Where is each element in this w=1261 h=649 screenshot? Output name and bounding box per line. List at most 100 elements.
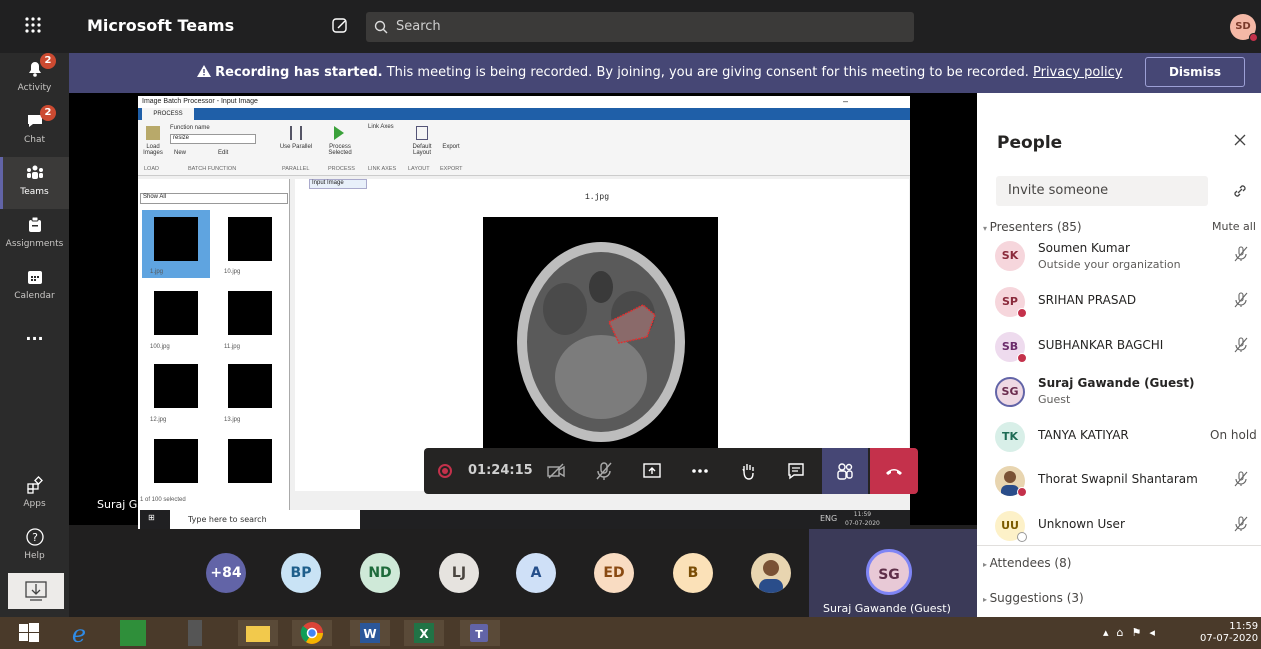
dismiss-button[interactable]: Dismiss <box>1145 57 1245 87</box>
mic-off-icon <box>1234 337 1248 353</box>
window-titlebar: Image Batch Processor - Input Image –▫× <box>138 96 910 116</box>
rail-label: Apps <box>23 499 46 509</box>
new-function-button[interactable]: New <box>174 150 186 156</box>
chat-toggle-icon[interactable] <box>786 461 806 481</box>
spotlight-tile[interactable]: SG Suraj Gawande (Guest) <box>809 529 977 617</box>
participant-row[interactable]: Thorat Swapnil Shantaram <box>977 458 1261 500</box>
new-chat-icon[interactable] <box>330 16 350 36</box>
share-screen-icon[interactable] <box>642 461 662 481</box>
avatar[interactable]: ED <box>594 553 634 593</box>
suggestions-header[interactable]: ▸ Suggestions (3) <box>983 591 1084 605</box>
process-selected-button[interactable]: Process Selected <box>320 144 360 156</box>
taskbar-clock[interactable]: 11:59 07-07-2020 <box>1200 621 1258 645</box>
more-actions-icon[interactable] <box>690 461 710 481</box>
avatar[interactable]: ND <box>360 553 400 593</box>
word-icon[interactable]: W <box>350 620 390 646</box>
load-images-button[interactable]: Load Images <box>138 144 168 156</box>
rail-item-calendar[interactable]: Calendar <box>0 261 69 313</box>
download-app-button[interactable] <box>8 573 64 609</box>
export-button[interactable]: Export <box>438 144 464 150</box>
presenters-header[interactable]: ▾ Presenters (85) <box>983 220 1082 234</box>
thumbnail[interactable] <box>154 439 198 483</box>
chrome-icon[interactable] <box>292 620 332 646</box>
attendees-header[interactable]: ▸ Attendees (8) <box>983 556 1071 570</box>
thumbnail[interactable] <box>154 217 198 261</box>
teams-taskbar-icon[interactable]: T <box>460 620 500 646</box>
rail-item-apps[interactable]: Apps <box>0 469 69 521</box>
windows-taskbar: e W X T ▴⌂⚑◂ 11:59 07-07-2020 <box>0 617 1261 649</box>
load-images-icon <box>146 126 160 140</box>
mute-all-button[interactable]: Mute all <box>1212 220 1256 233</box>
rail-item-assignments[interactable]: Assignments <box>0 209 69 261</box>
avatar[interactable]: A <box>516 553 556 593</box>
file-explorer-icon[interactable] <box>238 620 278 646</box>
hang-up-button[interactable] <box>870 448 918 494</box>
share-link-icon[interactable] <box>1232 183 1248 199</box>
svg-text:X: X <box>419 627 429 641</box>
raise-hand-icon[interactable] <box>738 461 758 481</box>
windows-start-icon[interactable] <box>16 620 42 646</box>
taskbar-search: Type here to search <box>170 510 360 529</box>
tab-process[interactable]: PROCESS <box>142 108 194 120</box>
function-value: resize <box>173 135 190 141</box>
participant-row[interactable]: SG Suraj Gawande (Guest) Guest <box>977 369 1261 411</box>
app-launcher-icon[interactable] <box>22 14 44 36</box>
thumbnail[interactable] <box>154 364 198 408</box>
shared-taskbar: ⊞ Type here to search ENG 11:59 07-07-202… <box>140 510 910 529</box>
spotlight-avatar: SG <box>866 549 912 595</box>
participant-row[interactable]: TK TANYA KATIYAR On hold <box>977 414 1261 456</box>
rail-item-activity[interactable]: 2 Activity <box>0 53 69 105</box>
edit-function-button[interactable]: Edit <box>218 150 228 156</box>
close-icon[interactable] <box>1233 133 1247 147</box>
participants-icon <box>835 461 855 481</box>
rail-item-chat[interactable]: 2 Chat <box>0 105 69 157</box>
excel-icon[interactable]: X <box>404 620 444 646</box>
link-axes-checkbox[interactable]: Link Axes <box>368 124 394 130</box>
mic-off-icon <box>1234 516 1248 532</box>
participant-name: Soumen Kumar <box>1038 241 1130 255</box>
internet-explorer-icon[interactable]: e <box>66 620 92 646</box>
recording-banner: Recording has started. This meeting is b… <box>69 53 1261 93</box>
show-all-value: Show All <box>143 194 167 200</box>
avatar[interactable]: BP <box>281 553 321 593</box>
participant-row[interactable]: UU Unknown User <box>977 503 1261 545</box>
section-load: LOAD <box>144 166 159 172</box>
avatar[interactable]: LJ <box>439 553 479 593</box>
tab-input-image[interactable]: Input Image <box>309 179 367 189</box>
thumbnail[interactable] <box>228 439 272 483</box>
participant-row[interactable]: SP SRIHAN PRASAD <box>977 279 1261 321</box>
shared-time: 11:59 <box>853 511 872 518</box>
participant-row[interactable]: SK Soumen Kumar Outside your organizatio… <box>977 233 1261 275</box>
thumbnail[interactable] <box>154 291 198 335</box>
presenters-label: Presenters (85) <box>989 220 1082 234</box>
thumbnail[interactable] <box>228 217 272 261</box>
rail-item-teams[interactable]: Teams <box>0 157 69 209</box>
rail-label: Activity <box>17 83 52 93</box>
system-tray-icons[interactable]: ▴⌂⚑◂ <box>1103 626 1163 639</box>
rail-item-more[interactable]: ... <box>0 313 69 365</box>
store-icon[interactable] <box>120 620 146 646</box>
avatar-photo[interactable] <box>751 553 791 593</box>
use-parallel-button[interactable]: Use Parallel <box>278 144 314 150</box>
svg-text:T: T <box>475 628 483 641</box>
search-input[interactable]: Search <box>366 12 914 42</box>
camera-off-icon[interactable] <box>546 461 566 481</box>
thumbnail[interactable] <box>228 364 272 408</box>
avatar[interactable]: B <box>673 553 713 593</box>
invite-input[interactable]: Invite someone <box>996 176 1208 206</box>
overflow-participants[interactable]: +84 <box>206 553 246 593</box>
privacy-policy-link[interactable]: Privacy policy <box>1033 65 1122 80</box>
show-all-select[interactable]: Show All <box>140 193 288 204</box>
function-name-select[interactable]: resize <box>170 134 256 144</box>
profile-avatar[interactable]: SD <box>1230 14 1258 42</box>
thumbnail[interactable] <box>228 291 272 335</box>
section-export: EXPORT <box>440 166 463 172</box>
rail-item-help[interactable]: ? Help <box>0 521 69 573</box>
warning-icon <box>197 65 211 77</box>
participants-toggle[interactable] <box>822 448 868 494</box>
participant-row[interactable]: SB SUBHANKAR BAGCHI <box>977 324 1261 366</box>
participant-subtitle: Outside your organization <box>1038 258 1181 271</box>
mic-off-icon[interactable] <box>594 461 614 481</box>
default-layout-button[interactable]: Default Layout <box>406 144 438 156</box>
phone-icon[interactable] <box>188 620 202 646</box>
